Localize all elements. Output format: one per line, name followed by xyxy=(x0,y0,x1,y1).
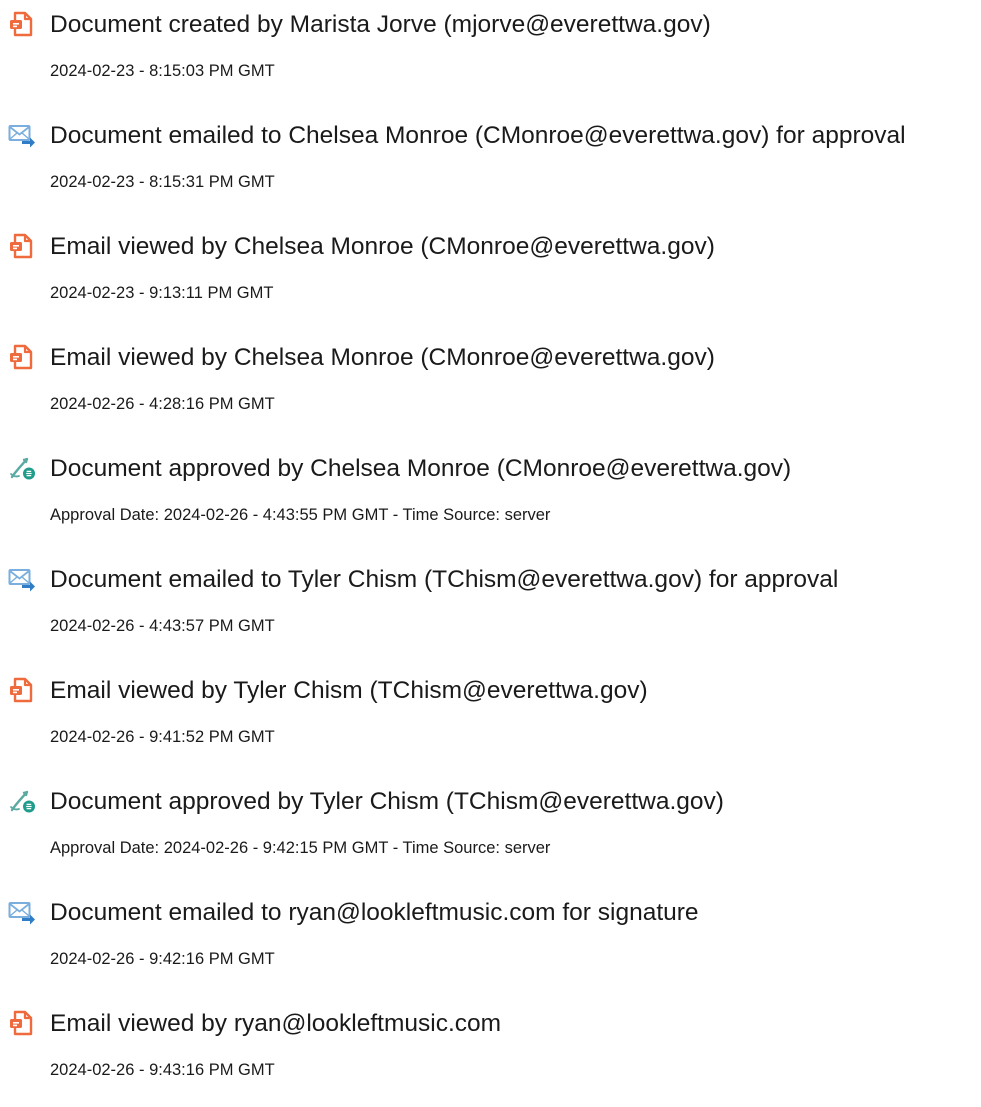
audit-event: Document emailed to ryan@lookleftmusic.c… xyxy=(0,894,981,994)
email-sent-icon xyxy=(8,566,36,592)
event-title: Document emailed to Tyler Chism (TChism@… xyxy=(50,566,839,593)
email-sent-icon xyxy=(8,122,36,148)
event-timestamp: 2024-02-23 - 8:15:03 PM GMT xyxy=(50,62,275,80)
audit-event: Email viewed by Chelsea Monroe (CMonroe@… xyxy=(0,228,981,328)
event-timestamp: 2024-02-23 - 8:15:31 PM GMT xyxy=(50,173,275,191)
audit-event: Document emailed to Chelsea Monroe (CMon… xyxy=(0,117,981,217)
document-icon xyxy=(8,677,36,703)
event-timestamp: 2024-02-26 - 4:43:57 PM GMT xyxy=(50,617,275,635)
document-icon xyxy=(8,11,36,37)
audit-event: Document created by Marista Jorve (mjorv… xyxy=(0,6,981,106)
event-title: Document created by Marista Jorve (mjorv… xyxy=(50,11,711,38)
approval-pen-icon xyxy=(8,788,36,814)
event-approval-date: Approval Date: 2024-02-26 - 9:42:15 PM G… xyxy=(50,839,551,857)
event-title: Document emailed to Chelsea Monroe (CMon… xyxy=(50,122,906,149)
event-title: Document approved by Tyler Chism (TChism… xyxy=(50,788,724,815)
event-title: Email viewed by Chelsea Monroe (CMonroe@… xyxy=(50,344,715,371)
event-timestamp: 2024-02-26 - 9:42:16 PM GMT xyxy=(50,950,275,968)
document-icon xyxy=(8,344,36,370)
event-title: Email viewed by Chelsea Monroe (CMonroe@… xyxy=(50,233,715,260)
document-icon xyxy=(8,233,36,259)
audit-event: Email viewed by Chelsea Monroe (CMonroe@… xyxy=(0,339,981,439)
audit-event: Document emailed to Tyler Chism (TChism@… xyxy=(0,561,981,661)
audit-event: Email viewed by Tyler Chism (TChism@ever… xyxy=(0,672,981,772)
event-timestamp: 2024-02-26 - 9:41:52 PM GMT xyxy=(50,728,275,746)
event-approval-date: Approval Date: 2024-02-26 - 4:43:55 PM G… xyxy=(50,506,551,524)
event-timestamp: 2024-02-26 - 9:43:16 PM GMT xyxy=(50,1061,275,1079)
event-timestamp: 2024-02-23 - 9:13:11 PM GMT xyxy=(50,284,274,302)
audit-event: Email viewed by ryan@lookleftmusic.com 2… xyxy=(0,1005,981,1105)
audit-event: Document approved by Chelsea Monroe (CMo… xyxy=(0,450,981,550)
event-title: Document approved by Chelsea Monroe (CMo… xyxy=(50,455,792,482)
document-icon xyxy=(8,1010,36,1036)
email-sent-icon xyxy=(8,899,36,925)
approval-pen-icon xyxy=(8,455,36,481)
event-title: Email viewed by ryan@lookleftmusic.com xyxy=(50,1010,502,1037)
audit-event: Document approved by Tyler Chism (TChism… xyxy=(0,783,981,883)
event-title: Document emailed to ryan@lookleftmusic.c… xyxy=(50,899,699,926)
event-title: Email viewed by Tyler Chism (TChism@ever… xyxy=(50,677,648,704)
event-timestamp: 2024-02-26 - 4:28:16 PM GMT xyxy=(50,395,275,413)
